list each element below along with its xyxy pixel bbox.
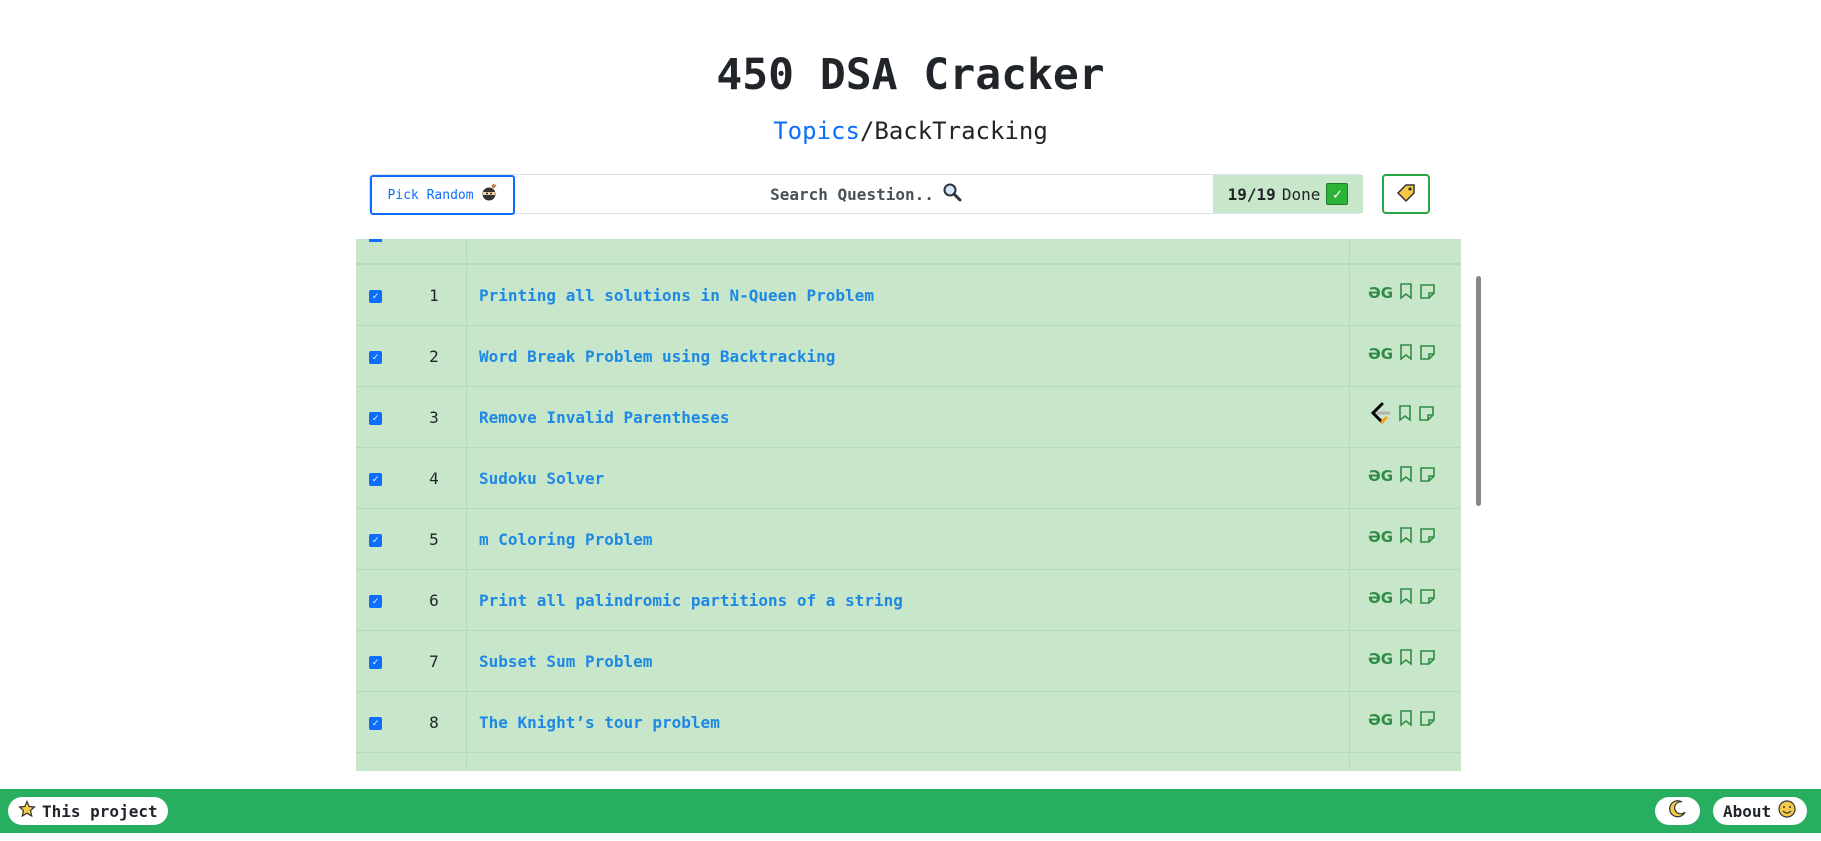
row-actions: ƏG	[1368, 648, 1436, 670]
table-row: ✓ 7 Subset Sum Problem ƏG	[356, 630, 1461, 692]
this-project-button[interactable]: This project	[8, 797, 168, 825]
done-checkbox[interactable]: ✓	[369, 351, 382, 364]
table-row: ✓ 1 Printing all solutions in N-Queen Pr…	[356, 264, 1461, 326]
question-link[interactable]: Sudoku Solver	[479, 448, 604, 509]
question-number: 8	[429, 713, 439, 732]
bookmark-icon[interactable]	[1399, 648, 1413, 670]
row-actions: ƏG	[1368, 709, 1436, 731]
bookmark-icon[interactable]	[1399, 709, 1413, 731]
table-row: ✓ 4 Sudoku Solver ƏG	[356, 447, 1461, 509]
ninja-icon	[480, 183, 498, 206]
about-button[interactable]: About	[1713, 797, 1808, 825]
bookmark-icon[interactable]	[1399, 587, 1413, 609]
tag-button[interactable]	[1382, 174, 1430, 214]
search-placeholder: Search Question..	[770, 184, 934, 204]
question-link[interactable]: Print all palindromic partitions of a st…	[479, 570, 903, 631]
note-icon[interactable]	[1419, 283, 1436, 304]
done-checkbox[interactable]: ✓	[369, 717, 382, 730]
progress-label: Done	[1281, 184, 1321, 204]
row-actions	[1368, 402, 1435, 426]
tag-icon	[1395, 181, 1417, 207]
partial-row-checkbox	[369, 239, 382, 242]
row-actions: ƏG	[1368, 465, 1436, 487]
row-actions: ƏG	[1368, 526, 1436, 548]
smiley-icon	[1777, 799, 1797, 823]
gfg-icon[interactable]: ƏG	[1368, 284, 1393, 302]
question-link[interactable]: Remove Invalid Parentheses	[479, 387, 729, 448]
this-project-label: This project	[42, 801, 158, 821]
pick-random-button[interactable]: Pick Random	[370, 175, 515, 215]
progress-count: 19/19	[1227, 184, 1276, 204]
question-link[interactable]: m Coloring Problem	[479, 509, 652, 570]
note-icon[interactable]	[1419, 588, 1436, 609]
bookmark-icon[interactable]	[1399, 343, 1413, 365]
gfg-icon[interactable]: ƏG	[1368, 650, 1393, 668]
question-link[interactable]: The Knight’s tour problem	[479, 692, 720, 753]
question-number: 5	[429, 530, 439, 549]
leetcode-icon[interactable]	[1368, 401, 1392, 429]
breadcrumb-separator: /	[859, 117, 875, 145]
question-link[interactable]: Printing all solutions in N-Queen Proble…	[479, 265, 874, 326]
breadcrumb-current: BackTracking	[874, 117, 1048, 145]
search-input[interactable]: Search Question..	[515, 175, 1217, 213]
search-icon	[942, 182, 962, 206]
note-icon[interactable]	[1419, 466, 1436, 487]
question-link[interactable]: Word Break Problem using Backtracking	[479, 326, 835, 387]
table-row: ✓ 5 m Coloring Problem ƏG	[356, 508, 1461, 570]
scrollbar[interactable]	[1476, 276, 1481, 506]
moon-icon	[1668, 799, 1688, 823]
question-number: 4	[429, 469, 439, 488]
page-title: 450 DSA Cracker	[716, 50, 1105, 100]
row-actions: ƏG	[1368, 282, 1436, 304]
breadcrumb: Topics/BackTracking	[0, 117, 1821, 145]
note-icon[interactable]	[1419, 710, 1436, 731]
progress-badge: 19/19 Done ✓	[1213, 175, 1363, 213]
footer: This project About	[0, 789, 1821, 833]
about-label: About	[1723, 801, 1772, 821]
table-row: ✓ 8 The Knight’s tour problem ƏG	[356, 691, 1461, 753]
pick-random-label: Pick Random	[387, 187, 474, 203]
breadcrumb-topics-link[interactable]: Topics	[773, 117, 860, 145]
row-actions: ƏG	[1368, 343, 1436, 365]
done-checkbox[interactable]: ✓	[369, 656, 382, 669]
done-checkbox[interactable]: ✓	[369, 534, 382, 547]
note-icon[interactable]	[1419, 344, 1436, 365]
table-row	[356, 752, 1461, 771]
questions-table[interactable]: ✓ 1 Printing all solutions in N-Queen Pr…	[356, 239, 1461, 771]
gfg-icon[interactable]: ƏG	[1368, 345, 1393, 363]
gfg-icon[interactable]: ƏG	[1368, 711, 1393, 729]
gfg-icon[interactable]: ƏG	[1368, 467, 1393, 485]
done-checkbox[interactable]: ✓	[369, 290, 382, 303]
row-actions: ƏG	[1368, 587, 1436, 609]
toolbar: Pick Random Search Question.. 19/19 Done…	[369, 174, 1363, 215]
done-checkbox[interactable]: ✓	[369, 595, 382, 608]
bookmark-icon[interactable]	[1399, 282, 1413, 304]
note-icon[interactable]	[1419, 527, 1436, 548]
question-number: 6	[429, 591, 439, 610]
star-icon	[18, 800, 36, 822]
bookmark-icon[interactable]	[1399, 465, 1413, 487]
table-row: ✓ 3 Remove Invalid Parentheses	[356, 386, 1461, 448]
bookmark-icon[interactable]	[1399, 526, 1413, 548]
question-number: 3	[429, 408, 439, 427]
question-number: 1	[429, 286, 439, 305]
table-row: ✓ 6 Print all palindromic partitions of …	[356, 569, 1461, 631]
bookmark-icon[interactable]	[1398, 404, 1412, 426]
dark-mode-toggle[interactable]	[1655, 797, 1700, 825]
table-row: ✓ 2 Word Break Problem using Backtrackin…	[356, 325, 1461, 387]
question-link[interactable]: Subset Sum Problem	[479, 631, 652, 692]
note-icon[interactable]	[1419, 649, 1436, 670]
gfg-icon[interactable]: ƏG	[1368, 528, 1393, 546]
note-icon[interactable]	[1418, 405, 1435, 426]
done-checkbox[interactable]: ✓	[369, 412, 382, 425]
check-mark-icon: ✓	[1326, 183, 1349, 205]
gfg-icon[interactable]: ƏG	[1368, 589, 1393, 607]
done-checkbox[interactable]: ✓	[369, 473, 382, 486]
question-number: 2	[429, 347, 439, 366]
question-number: 7	[429, 652, 439, 671]
